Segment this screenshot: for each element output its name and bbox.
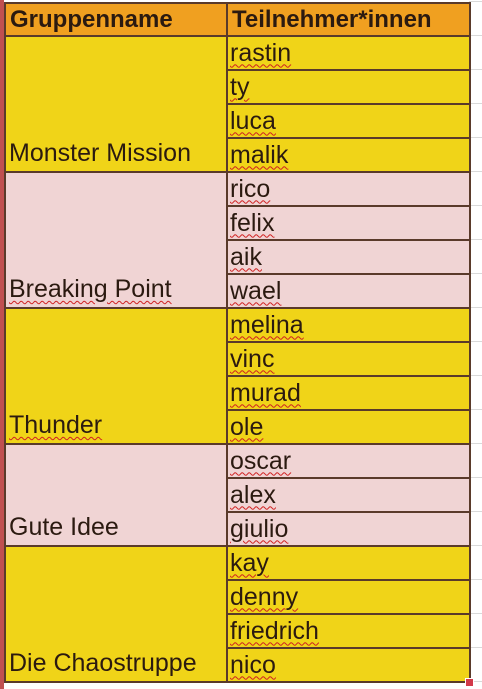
group-name-cell[interactable]: Monster Mission <box>4 35 228 173</box>
participant-cell[interactable]: rastin <box>226 35 471 71</box>
participant-cell[interactable]: rico <box>226 171 471 207</box>
participant-cell[interactable]: oscar <box>226 443 471 479</box>
participant-cell[interactable]: melina <box>226 307 471 343</box>
participant-cell[interactable]: malik <box>226 137 471 173</box>
participant-cell[interactable]: giulio <box>226 511 471 547</box>
participant-cell[interactable]: aik <box>226 239 471 275</box>
header-cell-participants[interactable]: Teilnehmer*innen <box>226 2 471 37</box>
group-name-label: Die Chaostruppe <box>9 649 197 677</box>
cell-selection-handle[interactable] <box>465 678 474 687</box>
participant-cell[interactable]: kay <box>226 545 471 581</box>
participant-cell[interactable]: wael <box>226 273 471 309</box>
group-table: Gruppenname Teilnehmer*innen Monster Mis… <box>4 2 471 683</box>
table-row: Die Chaostruppe kay <box>4 545 471 683</box>
participant-cell[interactable]: denny <box>226 579 471 615</box>
group-name-label: Breaking Point <box>9 275 172 303</box>
table-row: Breaking Point rico <box>4 171 471 309</box>
group-name-cell[interactable]: Thunder <box>4 307 228 445</box>
table-row: Thunder melina <box>4 307 471 445</box>
participant-cell[interactable]: luca <box>226 103 471 139</box>
participant-cell[interactable]: vinc <box>226 341 471 377</box>
header-row: Gruppenname Teilnehmer*innen <box>4 2 471 37</box>
header-cell-group-name[interactable]: Gruppenname <box>4 2 228 37</box>
participant-cell[interactable]: ole <box>226 409 471 445</box>
table-row: Monster Mission rastin <box>4 35 471 173</box>
participant-cell[interactable]: friedrich <box>226 613 471 649</box>
participant-cell[interactable]: ty <box>226 69 471 105</box>
group-name-cell[interactable]: Gute Idee <box>4 443 228 547</box>
group-name-label: Thunder <box>9 411 103 439</box>
participant-cell[interactable]: felix <box>226 205 471 241</box>
group-name-cell[interactable]: Breaking Point <box>4 171 228 309</box>
table-row: Gute Idee oscar <box>4 443 471 547</box>
group-name-label: Gute Idee <box>9 513 119 541</box>
table-body: Monster Mission rastin ty luca malik Breaking… <box>4 35 471 683</box>
participant-cell[interactable]: alex <box>226 477 471 513</box>
group-name-cell[interactable]: Die Chaostruppe <box>4 545 228 683</box>
group-name-label: Monster Mission <box>9 139 191 167</box>
participant-cell[interactable]: nico <box>226 647 471 683</box>
participant-cell[interactable]: murad <box>226 375 471 411</box>
